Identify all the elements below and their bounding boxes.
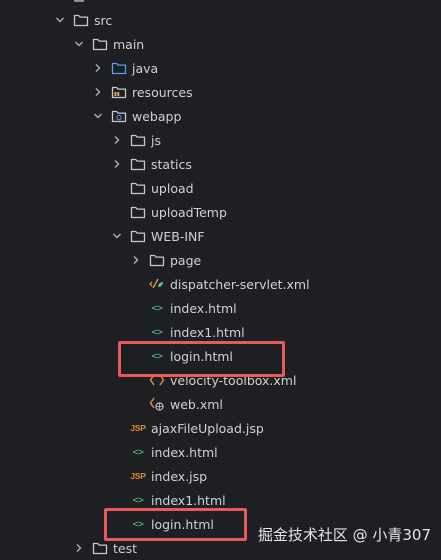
tree-node-label: js — [151, 132, 161, 148]
tree-node-dispatcher-servlet-xml[interactable]: dispatcher-servlet.xml — [0, 272, 441, 296]
folder-icon — [130, 204, 146, 220]
tree-node-label: index1.html — [170, 324, 245, 340]
tree-node-label: dispatcher-servlet.xml — [170, 276, 310, 292]
tree-node-index-html-inner[interactable]: <> index.html — [0, 296, 441, 320]
folder-icon — [149, 252, 165, 268]
source-folder-icon — [111, 60, 127, 76]
folder-icon — [130, 156, 146, 172]
folder-icon — [130, 132, 146, 148]
html-file-icon: <> — [132, 494, 144, 506]
tree-node-label: src — [94, 12, 113, 28]
tree-node-label: ajaxFileUpload.jsp — [151, 420, 264, 436]
tree-node-label: index1.html — [151, 492, 226, 508]
tree-node-label: index.jsp — [151, 468, 208, 484]
chevron-down-icon[interactable] — [110, 224, 124, 248]
tree-node-resources[interactable]: resources — [0, 80, 441, 104]
tree-node-label: test — [113, 540, 138, 556]
folder-icon — [92, 540, 108, 556]
spring-xml-icon — [149, 276, 165, 292]
tree-node-label: web.xml — [170, 396, 223, 412]
tree-node-label: index.html — [151, 444, 218, 460]
chevron-right-icon[interactable] — [91, 56, 105, 80]
chevron-down-icon[interactable] — [72, 32, 86, 56]
tree-node-label: index.html — [170, 300, 237, 316]
tree-node-main[interactable]: main — [0, 32, 441, 56]
chevron-down-icon[interactable] — [91, 104, 105, 128]
highlight-box-webapp-login — [104, 508, 247, 541]
tree-node-statics[interactable]: statics — [0, 152, 441, 176]
html-file-icon: <> — [151, 326, 163, 338]
tree-node-label: uploadTemp — [151, 204, 227, 220]
tree-node-uploadtemp[interactable]: uploadTemp — [0, 200, 441, 224]
tree-node-ajaxfileupload-jsp[interactable]: JSP ajaxFileUpload.jsp — [0, 416, 441, 440]
tree-node-js[interactable]: js — [0, 128, 441, 152]
tree-node-web-inf[interactable]: WEB-INF — [0, 224, 441, 248]
watermark: 掘金技术社区 @ 小青307 — [257, 526, 431, 544]
tree-node-index-html[interactable]: <> index.html — [0, 440, 441, 464]
folder-icon — [73, 12, 89, 28]
jsp-file-icon: JSP — [130, 471, 146, 481]
tree-node-page[interactable]: page — [0, 248, 441, 272]
folder-icon — [92, 36, 108, 52]
project-tree: src main java resources webapp js static… — [0, 0, 441, 556]
clipped-row-top — [74, 0, 84, 3]
chevron-right-icon[interactable] — [129, 248, 143, 272]
tree-node-label: statics — [151, 156, 192, 172]
highlight-box-webinf-login — [118, 341, 285, 377]
chevron-right-icon[interactable] — [72, 536, 86, 560]
tree-node-index-jsp[interactable]: JSP index.jsp — [0, 464, 441, 488]
tree-node-upload[interactable]: upload — [0, 176, 441, 200]
tree-node-label: main — [113, 36, 145, 52]
tree-node-label: java — [132, 60, 159, 76]
tree-node-label: page — [170, 252, 202, 268]
tree-node-label: webapp — [132, 108, 182, 124]
chevron-right-icon[interactable] — [110, 152, 124, 176]
web-folder-icon — [111, 108, 127, 124]
tree-node-java[interactable]: java — [0, 56, 441, 80]
tree-node-label: resources — [132, 84, 193, 100]
tree-node-label: upload — [151, 180, 194, 196]
jsp-file-icon: JSP — [130, 423, 146, 433]
chevron-right-icon[interactable] — [91, 80, 105, 104]
web-xml-icon — [149, 396, 165, 412]
folder-icon — [130, 228, 146, 244]
html-file-icon: <> — [151, 302, 163, 314]
tree-node-src[interactable]: src — [0, 8, 441, 32]
resources-folder-icon — [111, 84, 127, 100]
folder-icon — [130, 180, 146, 196]
tree-node-label: WEB-INF — [151, 228, 205, 244]
chevron-down-icon[interactable] — [53, 8, 67, 32]
tree-node-webapp[interactable]: webapp — [0, 104, 441, 128]
chevron-right-icon[interactable] — [110, 128, 124, 152]
tree-node-web-xml[interactable]: web.xml — [0, 392, 441, 416]
html-file-icon: <> — [132, 446, 144, 458]
